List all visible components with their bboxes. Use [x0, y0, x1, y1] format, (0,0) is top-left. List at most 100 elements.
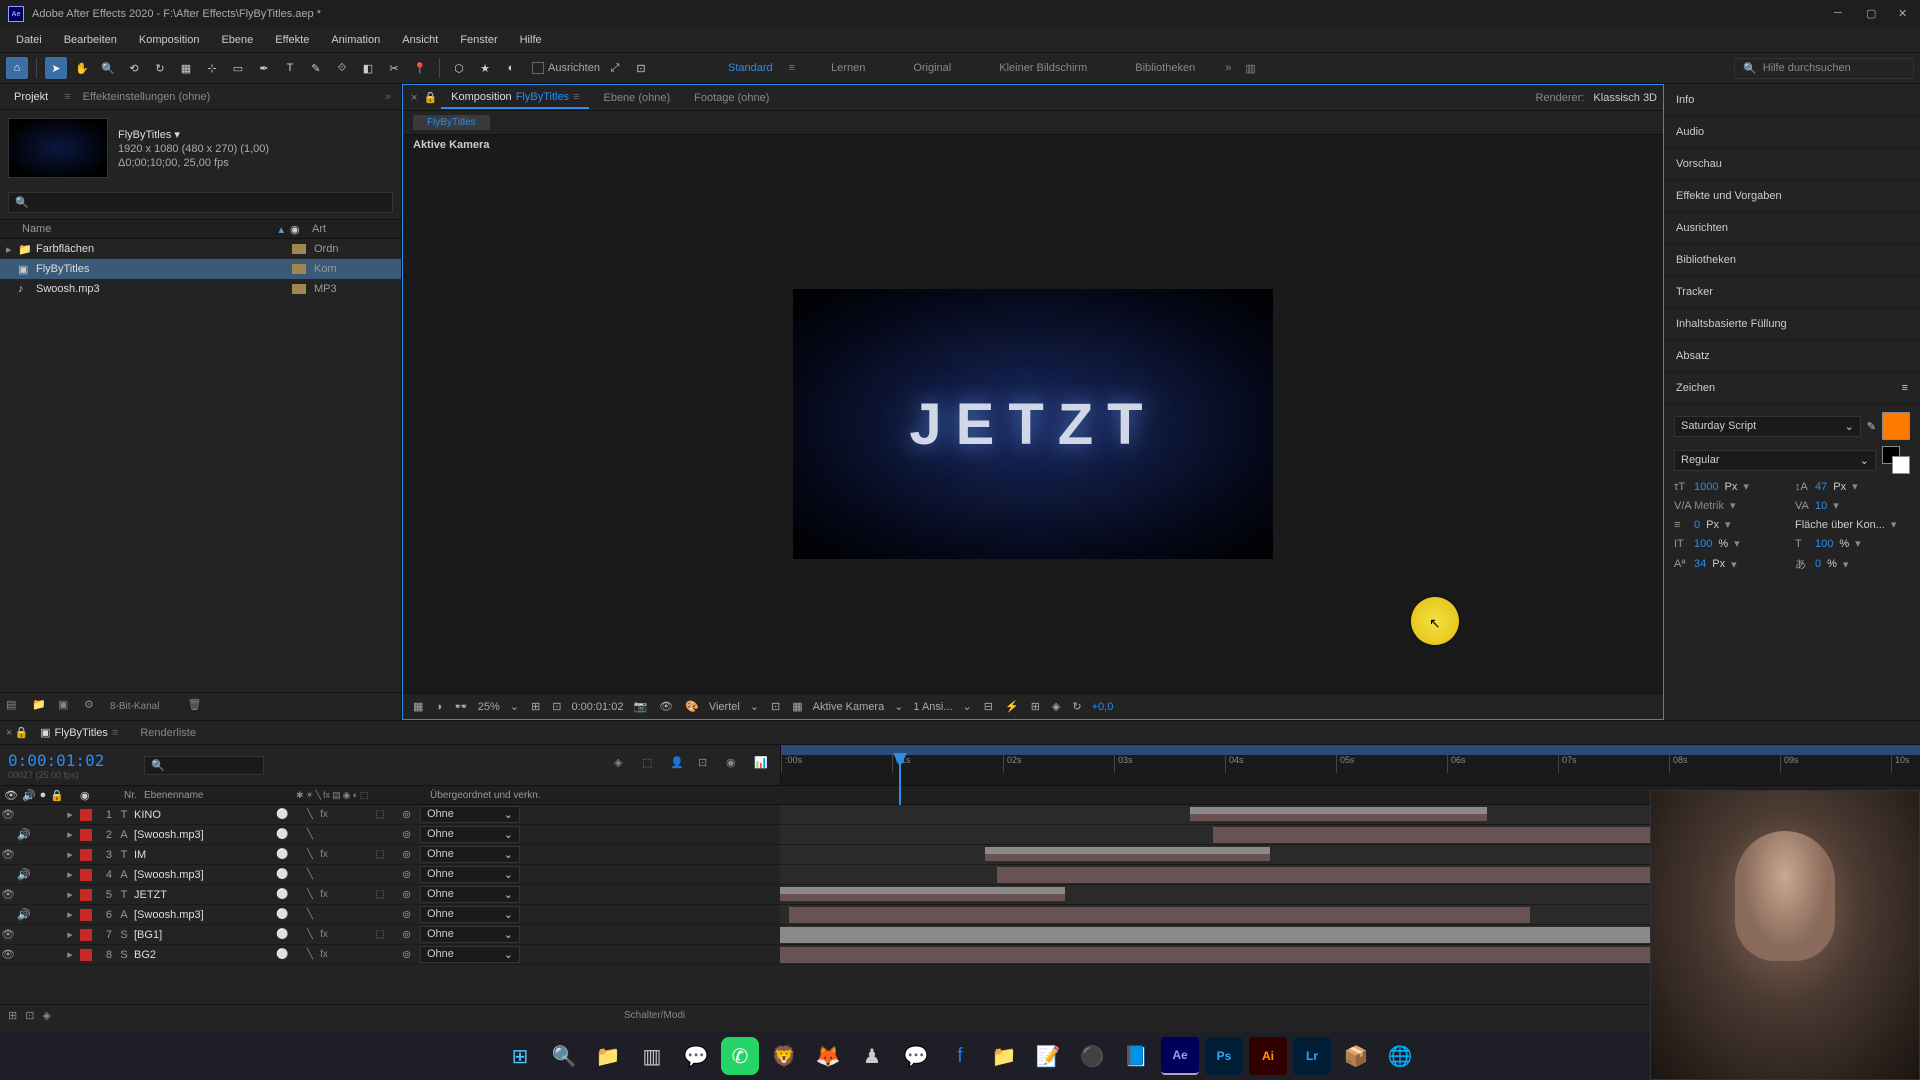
- eye-icon[interactable]: 👁: [0, 928, 16, 941]
- pickwhip-icon[interactable]: ⊚: [402, 948, 416, 961]
- adj-switch[interactable]: [360, 849, 372, 860]
- menu-hilfe[interactable]: Hilfe: [510, 31, 552, 49]
- taskbar-illustrator-icon[interactable]: Ai: [1249, 1037, 1287, 1075]
- toggle-switches-icon[interactable]: ⊞: [8, 1009, 17, 1022]
- pickwhip-icon[interactable]: ⊚: [402, 888, 416, 901]
- switch-collapse-icon[interactable]: ☀: [306, 790, 314, 801]
- panel-absatz[interactable]: Absatz: [1664, 340, 1920, 372]
- fx-switch[interactable]: [318, 909, 330, 920]
- blur-switch[interactable]: [346, 809, 358, 820]
- taskbar-aftereffects-icon[interactable]: Ae: [1161, 1037, 1199, 1075]
- menu-ebene[interactable]: Ebene: [211, 31, 263, 49]
- quality-switch[interactable]: ╲: [304, 869, 316, 880]
- menu-effekte[interactable]: Effekte: [265, 31, 319, 49]
- dropdown-icon[interactable]: ▾: [1730, 499, 1736, 512]
- pickwhip-icon[interactable]: ⊚: [402, 868, 416, 881]
- quality-switch[interactable]: ╲: [304, 929, 316, 940]
- column-parent[interactable]: Übergeordnet und verkn.: [426, 790, 780, 801]
- panel-menu-icon[interactable]: ≡: [1902, 382, 1908, 394]
- dropdown-icon[interactable]: ▾: [1891, 518, 1897, 531]
- layer-bar[interactable]: [985, 847, 1270, 854]
- snapshot-icon[interactable]: 📷: [631, 700, 649, 713]
- roto-tool[interactable]: ✂: [383, 57, 405, 79]
- sort-icon[interactable]: ▴: [278, 223, 284, 236]
- layer-name[interactable]: IM: [132, 849, 272, 861]
- parent-dropdown[interactable]: Ohne⌄: [420, 906, 520, 923]
- quality-switch[interactable]: ╲: [304, 849, 316, 860]
- default-icon[interactable]: ⊡: [630, 57, 652, 79]
- parent-dropdown[interactable]: Ohne⌄: [420, 946, 520, 963]
- comp-viewport[interactable]: JETZT: [403, 155, 1663, 693]
- project-item-farbflachen[interactable]: ▸ 📁 Farbflächen Ordn: [0, 239, 401, 259]
- tab-project[interactable]: Projekt: [4, 87, 58, 107]
- panel-bibliotheken[interactable]: Bibliotheken: [1664, 244, 1920, 276]
- workspace-panel-icon[interactable]: ▥: [1245, 62, 1255, 75]
- workspace-original[interactable]: Original: [901, 58, 963, 78]
- project-settings-icon[interactable]: ⚙: [84, 698, 102, 716]
- eraser-tool[interactable]: ◧: [357, 57, 379, 79]
- lock-icon[interactable]: 🔒: [423, 91, 437, 104]
- shy-switch[interactable]: ⚪: [276, 809, 288, 820]
- zoom-value[interactable]: 25%: [478, 701, 500, 713]
- exposure-value[interactable]: +0,0: [1092, 701, 1114, 713]
- shy-switch[interactable]: ⚪: [276, 889, 288, 900]
- work-area-bar[interactable]: [781, 745, 1920, 755]
- delete-icon[interactable]: 🗑: [187, 698, 205, 716]
- comp-breadcrumb[interactable]: FlyByTitles: [413, 115, 490, 130]
- timeline-search[interactable]: 🔍: [144, 756, 264, 775]
- label-color[interactable]: [80, 809, 92, 821]
- label-column-icon[interactable]: ◉: [80, 789, 90, 802]
- workspace-menu-icon[interactable]: ≡: [789, 62, 795, 74]
- renderer-value[interactable]: Klassisch 3D: [1593, 92, 1657, 104]
- region-icon[interactable]: ⊡: [769, 700, 782, 713]
- preview-timecode[interactable]: 0:00:01:02: [571, 701, 623, 713]
- audio-icon[interactable]: 🔊: [16, 828, 32, 841]
- blend-switch[interactable]: [332, 869, 344, 880]
- label-color[interactable]: [80, 949, 92, 961]
- shy-switch[interactable]: ⚪: [276, 849, 288, 860]
- eye-icon[interactable]: 👁: [0, 888, 16, 901]
- taskbar-notes-icon[interactable]: 📝: [1029, 1037, 1067, 1075]
- workspace-bibliotheken[interactable]: Bibliotheken: [1123, 58, 1207, 78]
- comp-name[interactable]: FlyByTitles ▾: [118, 128, 269, 141]
- alpha-icon[interactable]: ▦: [411, 700, 425, 713]
- show-snapshot-icon[interactable]: 👁: [657, 700, 675, 713]
- lock-icon[interactable]: 🔒: [14, 726, 28, 739]
- adj-switch[interactable]: [360, 949, 372, 960]
- taskbar-taskview-icon[interactable]: ▥: [633, 1037, 671, 1075]
- taskbar-messenger-icon[interactable]: 💬: [897, 1037, 935, 1075]
- layer-name[interactable]: [BG1]: [132, 929, 272, 941]
- views-dropdown-icon[interactable]: ⌄: [961, 700, 974, 713]
- menu-ansicht[interactable]: Ansicht: [392, 31, 448, 49]
- eye-icon[interactable]: 👁: [0, 848, 16, 861]
- shy-switch[interactable]: ⚪: [276, 949, 288, 960]
- fx-switch[interactable]: fx: [318, 809, 330, 820]
- minimize-button[interactable]: ─: [1834, 7, 1848, 21]
- panel-menu-icon[interactable]: ≡: [573, 91, 579, 103]
- quality-switch[interactable]: ╲: [304, 949, 316, 960]
- taskbar-lightroom-icon[interactable]: Lr: [1293, 1037, 1331, 1075]
- reset-exposure-icon[interactable]: ↻: [1070, 700, 1083, 713]
- camera-tool[interactable]: ▦: [175, 57, 197, 79]
- collapse-switch[interactable]: [290, 949, 302, 960]
- blend-switch[interactable]: [332, 829, 344, 840]
- toggle-modes-icon[interactable]: ⊡: [25, 1009, 34, 1022]
- layer-name[interactable]: [Swoosh.mp3]: [132, 869, 272, 881]
- lock-column-icon[interactable]: 🔒: [50, 789, 64, 802]
- fx-switch[interactable]: fx: [318, 849, 330, 860]
- blur-switch[interactable]: [346, 949, 358, 960]
- taskbar-brave-icon[interactable]: 🦁: [765, 1037, 803, 1075]
- vscale-value[interactable]: 100: [1694, 538, 1712, 550]
- layer-bar[interactable]: [780, 887, 1065, 894]
- menu-bearbeiten[interactable]: Bearbeiten: [54, 31, 127, 49]
- workspace-kleiner[interactable]: Kleiner Bildschirm: [987, 58, 1099, 78]
- workspace-lernen[interactable]: Lernen: [819, 58, 877, 78]
- blur-switch[interactable]: [346, 889, 358, 900]
- taskbar-app-icon[interactable]: ♟: [853, 1037, 891, 1075]
- audio-icon[interactable]: 🔊: [16, 868, 32, 881]
- tracking-value[interactable]: 10: [1815, 500, 1827, 512]
- panel-effekte[interactable]: Effekte und Vorgaben: [1664, 180, 1920, 212]
- taskbar-teams-icon[interactable]: 💬: [677, 1037, 715, 1075]
- twirl-icon[interactable]: ▸: [6, 243, 18, 256]
- layer-row[interactable]: 🔊 ▸ 4 A [Swoosh.mp3] ⚪ ╲ ⊚ Ohne⌄: [0, 865, 1920, 885]
